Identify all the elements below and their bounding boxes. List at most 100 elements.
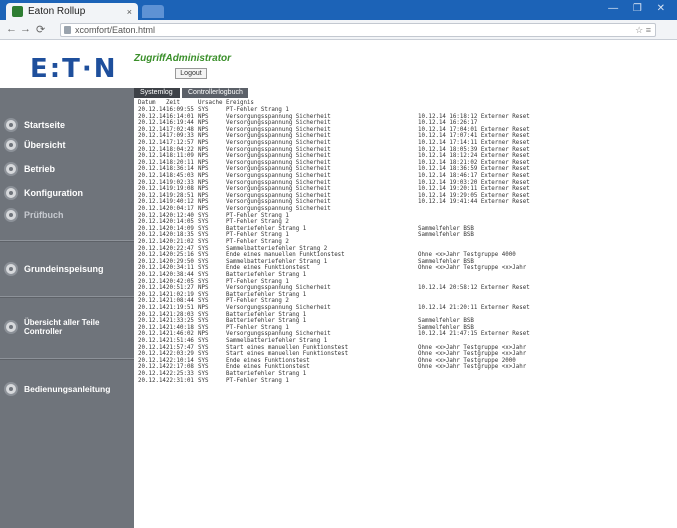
log-cell-time: 18:45:03 [166,173,194,179]
tab-systemlog[interactable]: Systemlog [134,88,180,98]
log-cell-message: Versorgungsspannung Sicherheit [226,126,331,133]
log-cell-level: SYS [198,338,209,344]
bookmark-menu-icon[interactable]: ☆ ≡ [635,24,651,36]
log-cell-date: 20.12.14 [138,338,166,344]
log-cell-date: 20.12.14 [138,146,166,153]
log-cell-extra: Sammelfehler BSB [418,324,474,331]
column-header-time: Zeit [166,100,180,106]
log-cell-date: 20.12.14 [138,344,166,351]
config-icon [4,186,18,200]
log-cell-level: SYS [198,371,209,377]
log-cell-level: SYS [198,291,209,298]
log-cell-level: SYS [198,219,209,226]
log-cell-level: SYS [198,225,209,232]
log-cell-date: 20.12.14 [138,120,166,127]
log-cell-message: PT-Fehler Strang 1 [226,324,289,331]
log-cell-level: NPS [198,173,209,179]
controller-icon [4,320,18,334]
log-cell-message: PT-Fehler Strang 1 [226,377,289,384]
log-cell-level: NPS [198,140,209,146]
log-row: 20.12.14 18:20:11 NPS Versorgungsspannung S… [138,160,677,166]
log-cell-time: 16:19:44 [166,120,194,127]
log-cell-time: 22:25:33 [166,371,194,377]
sidebar-item-betrieb[interactable]: Betrieb [0,162,134,176]
log-cell-message: Batteriefehler Strang 1 [226,272,307,278]
log-cell-extra: 10.12.14 18:05:39 Externer Reset [418,146,530,153]
log-row: 20.12.14 21:08:44 SYS PT-Fehler Strang 2 [138,298,677,304]
log-cell-time: 22:10:14 [166,357,194,364]
log-cell-level: NPS [198,120,209,127]
log-cell-level: SYS [198,107,209,113]
eaton-logo: E:T·N [30,54,118,84]
operation-icon [4,162,18,176]
new-tab-button[interactable] [142,5,164,18]
logout-button[interactable]: Logout [175,68,207,79]
log-cell-time: 20:14:09 [166,225,194,232]
log-cell-message: Versorgungsspannung Sicherheit [226,331,331,338]
log-cell-time: 21:40:18 [166,324,194,331]
log-cell-time: 21:46:02 [166,331,194,338]
log-cell-time: 16:14:01 [166,113,194,120]
log-cell-time: 17:09:33 [166,133,194,140]
log-cell-extra: Sammelfehler BSB [418,225,474,232]
log-row: 20.12.14 18:45:03 NPS Versorgungsspannung S… [138,173,677,179]
log-cell-extra [418,338,677,344]
sidebar-item-uebersicht[interactable]: Übersicht [0,138,134,152]
log-cell-date: 20.12.14 [138,186,166,193]
log-cell-date: 20.12.14 [138,272,166,278]
log-cell-message: Sammelbatteriefehler Strang 1 [226,258,328,265]
sidebar-item-controller-overview[interactable]: Übersicht aller Teile Controller [0,318,134,336]
log-panel: Datum Zeit Ursache Ereignis 20.12.14 16:0… [134,98,677,528]
log-cell-extra: 10.12.14 18:46:17 Externer Reset [418,173,530,179]
back-icon[interactable]: ← [6,23,17,35]
forward-icon[interactable]: → [20,23,31,35]
window-controls[interactable]: — ❐ ✕ [608,3,671,14]
log-row: 20.12.14 21:28:03 SYS Batteriefehler Strang… [138,312,677,318]
sidebar-item-bedienungsanleitung[interactable]: Bedienungsanleitung [0,382,134,396]
address-bar[interactable]: xcomfort/Eaton.html ☆ ≡ [60,23,656,37]
log-cell-date: 20.12.14 [138,285,166,292]
log-row: 20.12.14 20:14:05 SYS PT-Fehler Strang 2 [138,219,677,225]
log-row: 20.12.14 21:57:47 SYS Start eines manuellen… [138,345,677,351]
log-row: 20.12.14 21:19:51 NPS Versorgungsspannung S… [138,305,677,311]
browser-tab[interactable]: Eaton Rollup × [6,3,138,20]
sidebar-item-label: Übersicht [24,140,66,150]
log-cell-message: Versorgungsspannung Sicherheit [226,146,331,153]
log-cell-extra: 10.12.14 16:26:17 [418,120,478,127]
log-cell-message: Batteriefehler Strang 1 [226,311,307,318]
reload-icon[interactable]: ⟳ [36,23,45,36]
log-cell-time: 21:33:25 [166,318,194,325]
log-cell-level: NPS [198,126,209,133]
log-cell-extra [418,107,677,113]
tab-close-icon[interactable]: × [127,7,132,17]
sidebar-item-startseite[interactable]: Startseite [0,118,134,132]
log-cell-date: 20.12.14 [138,206,166,212]
page-icon [64,26,71,34]
log-cell-extra: 10.12.14 17:04:01 Externer Reset [418,126,530,133]
log-cell-message: Versorgungsspannung Sicherheit [226,192,331,199]
log-row: 20.12.14 16:14:01 NPS Versorgungsspannung S… [138,114,677,120]
log-cell-extra: 10.12.14 21:47:15 Externer Reset [418,331,530,338]
tab-controllerlogbuch[interactable]: Controllerlogbuch [182,88,248,98]
log-cell-date: 20.12.14 [138,364,166,371]
log-cell-extra: Sammelfehler BSB [418,258,474,265]
book-icon [4,208,18,222]
sidebar-item-grundeinspeisung[interactable]: Grundeinspeisung [0,262,134,276]
log-cell-message: Ende eines Funktionstest [226,357,310,364]
log-row: 20.12.14 20:22:47 SYS Sammelbatteriefehler … [138,246,677,252]
sidebar-item-konfiguration[interactable]: Konfiguration [0,186,134,200]
log-cell-message: Batteriefehler Strang 1 [226,318,307,325]
log-row: 20.12.14 18:04:22 NPS Versorgungsspannung S… [138,147,677,153]
log-cell-time: 19:40:12 [166,199,194,206]
log-header-row: Datum Zeit Ursache Ereignis [138,100,418,106]
favicon-icon [12,6,23,17]
log-cell-message: Versorgungsspannung Sicherheit [226,199,331,206]
log-cell-level: NPS [198,159,209,166]
log-cell-date: 20.12.14 [138,239,166,245]
log-cell-date: 20.12.14 [138,173,166,179]
log-cell-level: SYS [198,258,209,265]
log-cell-time: 20:29:50 [166,258,194,265]
log-cell-level: SYS [198,311,209,318]
sidebar-item-pruefbuch[interactable]: Prüfbuch [0,208,134,222]
log-row: 20.12.14 20:34:11 SYS Ende eines Funktionst… [138,265,677,271]
